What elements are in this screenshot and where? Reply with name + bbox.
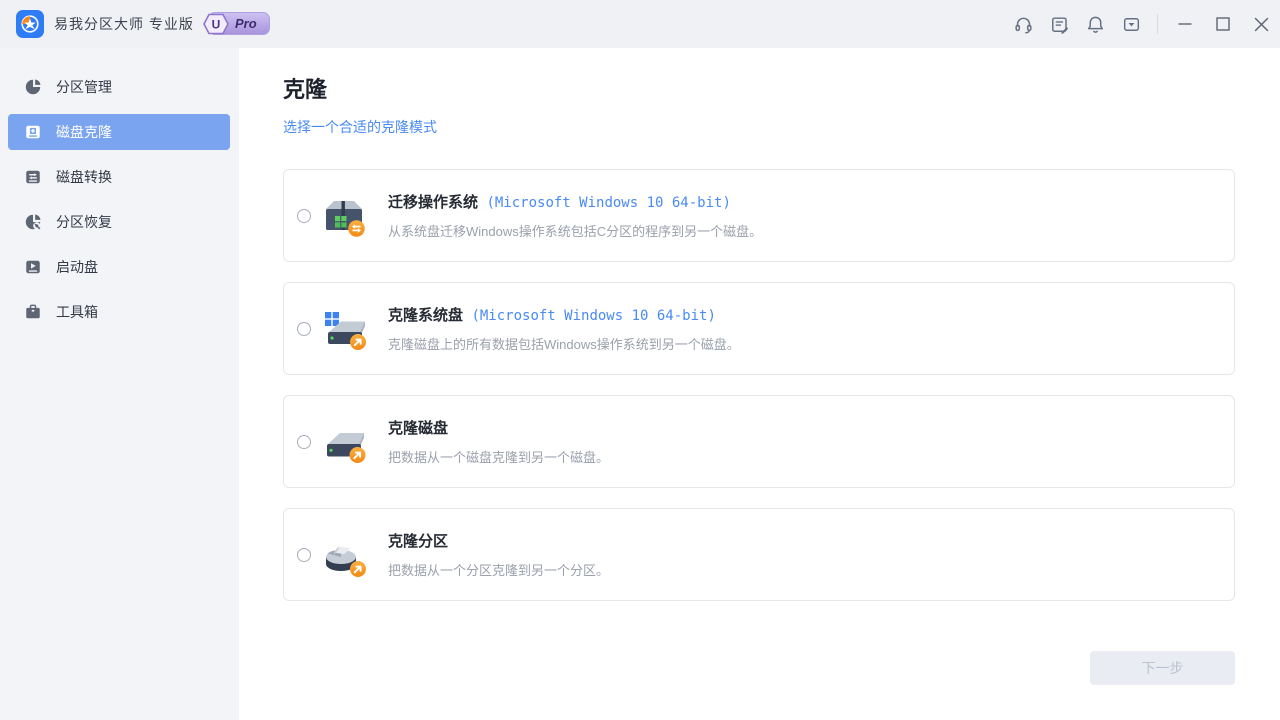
option-title: 克隆分区 — [388, 530, 609, 551]
partition-recovery-icon — [24, 213, 42, 231]
titlebar-divider — [1157, 14, 1158, 34]
sidebar-item-partition-recovery[interactable]: 分区恢复 — [8, 204, 230, 240]
headset-icon — [1013, 14, 1034, 35]
clone-disk-icon — [320, 418, 368, 466]
migrate-os-icon — [320, 192, 368, 240]
option-description: 把数据从一个分区克隆到另一个分区。 — [388, 560, 609, 579]
option-title: 克隆磁盘 — [388, 417, 609, 438]
page-title: 克隆 — [283, 76, 1235, 104]
sidebar-item-disk-convert[interactable]: 磁盘转换 — [8, 159, 230, 195]
pie-chart-icon — [24, 78, 42, 96]
disk-convert-icon — [24, 168, 42, 186]
pro-badge[interactable]: U Pro — [208, 12, 270, 35]
bootable-disk-icon — [24, 258, 42, 276]
option-clone-disk[interactable]: 克隆磁盘 把数据从一个磁盘克隆到另一个磁盘。 — [283, 395, 1235, 488]
minimize-button[interactable] — [1166, 0, 1204, 48]
clone-partition-icon — [320, 531, 368, 579]
pro-u-emblem-icon: U — [201, 12, 231, 36]
radio-clone-disk[interactable] — [297, 435, 311, 449]
toolbox-icon — [24, 303, 42, 321]
option-description: 从系统盘迁移Windows操作系统包括C分区的程序到另一个磁盘。 — [388, 221, 762, 240]
minimize-icon — [1177, 16, 1193, 32]
clone-system-disk-icon — [320, 305, 368, 353]
option-description: 克隆磁盘上的所有数据包括Windows操作系统到另一个磁盘。 — [388, 334, 740, 353]
clone-mode-list: 迁移操作系统 (Microsoft Windows 10 64-bit) 从系统… — [283, 169, 1235, 601]
menu-dropdown-icon — [1121, 14, 1142, 35]
footer: 下一步 — [283, 651, 1235, 685]
close-icon — [1253, 16, 1270, 33]
sidebar-item-label: 分区恢复 — [56, 212, 112, 232]
option-migrate-os[interactable]: 迁移操作系统 (Microsoft Windows 10 64-bit) 从系统… — [283, 169, 1235, 262]
sidebar: 分区管理 磁盘克隆 磁盘转换 分区恢复 — [0, 48, 239, 720]
sidebar-item-bootable-disk[interactable]: 启动盘 — [8, 249, 230, 285]
menu-dropdown-button[interactable] — [1113, 0, 1149, 48]
sidebar-item-label: 启动盘 — [56, 257, 98, 277]
option-title: 克隆系统盘 (Microsoft Windows 10 64-bit) — [388, 304, 740, 325]
radio-migrate-os[interactable] — [297, 209, 311, 223]
option-os-info: (Microsoft Windows 10 64-bit) — [463, 308, 716, 324]
sidebar-item-label: 工具箱 — [56, 302, 98, 322]
page-subtitle: 选择一个合适的克隆模式 — [283, 117, 1235, 137]
app-title: 易我分区大师 专业版 — [54, 0, 194, 48]
sidebar-item-disk-clone[interactable]: 磁盘克隆 — [8, 114, 230, 150]
feedback-icon — [1049, 14, 1070, 35]
titlebar: 易我分区大师 专业版 U Pro — [0, 0, 1280, 48]
option-title: 迁移操作系统 (Microsoft Windows 10 64-bit) — [388, 191, 762, 212]
option-clone-system-disk[interactable]: 克隆系统盘 (Microsoft Windows 10 64-bit) 克隆磁盘… — [283, 282, 1235, 375]
maximize-button[interactable] — [1204, 0, 1242, 48]
option-os-info: (Microsoft Windows 10 64-bit) — [478, 195, 731, 211]
option-description: 把数据从一个磁盘克隆到另一个磁盘。 — [388, 447, 609, 466]
notifications-button[interactable] — [1077, 0, 1113, 48]
main-content: 克隆 选择一个合适的克隆模式 — [239, 48, 1280, 720]
close-button[interactable] — [1242, 0, 1280, 48]
feedback-button[interactable] — [1041, 0, 1077, 48]
sidebar-item-label: 分区管理 — [56, 77, 112, 97]
pro-badge-label: Pro — [235, 16, 257, 31]
disk-clone-icon — [24, 123, 42, 141]
sidebar-item-toolbox[interactable]: 工具箱 — [8, 294, 230, 330]
radio-clone-system-disk[interactable] — [297, 322, 311, 336]
app-logo-icon — [16, 10, 44, 38]
support-headset-button[interactable] — [1005, 0, 1041, 48]
next-button[interactable]: 下一步 — [1090, 651, 1235, 685]
radio-clone-partition[interactable] — [297, 548, 311, 562]
sidebar-item-partition-management[interactable]: 分区管理 — [8, 69, 230, 105]
svg-text:U: U — [212, 18, 221, 32]
sidebar-item-label: 磁盘转换 — [56, 167, 112, 187]
bell-icon — [1085, 14, 1106, 35]
option-clone-partition[interactable]: 克隆分区 把数据从一个分区克隆到另一个分区。 — [283, 508, 1235, 601]
sidebar-item-label: 磁盘克隆 — [56, 122, 112, 142]
maximize-icon — [1215, 16, 1231, 32]
